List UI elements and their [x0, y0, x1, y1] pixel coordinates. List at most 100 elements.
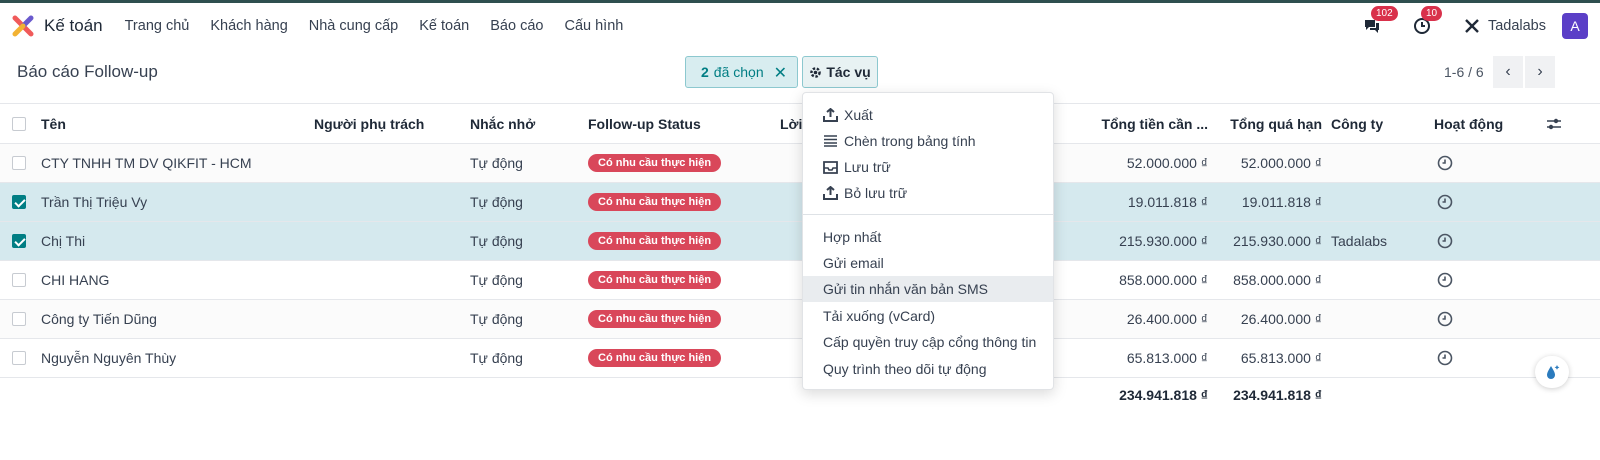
table-row[interactable]: Nguyễn Nguyên Thùy Tự động Có nhu cầu thực… — [0, 339, 1600, 378]
messages-count-badge: 102 — [1370, 6, 1398, 21]
selection-indicator: 2 đã chọn ✕ — [685, 56, 798, 88]
activity-clock-icon — [1437, 155, 1453, 171]
activity-clock-icon — [1437, 311, 1453, 327]
activities-button[interactable]: 10 — [1410, 6, 1443, 38]
pager-previous-button[interactable]: ‹ — [1493, 56, 1523, 88]
tools-button[interactable] — [1460, 14, 1484, 38]
menu-item-insert-spreadsheet[interactable]: Chèn trong bảng tính — [803, 128, 1053, 154]
menu-divider — [803, 214, 1053, 215]
table-row[interactable]: Trần Thị Triệu Vy Tự động Có nhu cầu thực … — [0, 183, 1600, 222]
inbox-icon — [823, 160, 838, 174]
status-badge: Có nhu cầu thực hiện — [588, 310, 722, 328]
activities-count-badge: 10 — [1420, 6, 1443, 21]
cell-total-due: 215.930.000 ₫ — [1119, 233, 1208, 249]
upload-icon — [823, 108, 838, 122]
sliders-icon — [1547, 118, 1561, 129]
nav-menu-home[interactable]: Trang chủ — [125, 18, 190, 34]
nav-menu-configuration[interactable]: Cấu hình — [564, 18, 623, 34]
activity-button[interactable] — [1437, 144, 1453, 182]
activity-button[interactable] — [1437, 222, 1453, 260]
messages-button[interactable]: 102 — [1360, 6, 1398, 38]
table-row[interactable]: Công ty Tiến Dũng Tự động Có nhu cầu thực … — [0, 300, 1600, 339]
company-switcher[interactable]: Tadalabs — [1488, 18, 1546, 34]
menu-item-unarchive-label: Bỏ lưu trữ — [844, 185, 908, 201]
status-badge: Có nhu cầu thực hiện — [588, 154, 722, 172]
chevron-right-icon: › — [1537, 63, 1543, 80]
cell-status: Có nhu cầu thực hiện — [588, 222, 722, 260]
row-checkbox[interactable] — [12, 312, 26, 326]
accounting-app-icon[interactable] — [12, 15, 34, 37]
activity-clock-icon — [1437, 272, 1453, 288]
list-icon — [824, 135, 837, 147]
column-header-total-overdue[interactable]: Tổng quá hạn — [1220, 104, 1322, 143]
cell-total-overdue: 65.813.000 ₫ — [1240, 350, 1322, 366]
cell-total-due: 858.000.000 ₫ — [1119, 272, 1208, 288]
droplet-sparkle-icon — [1547, 365, 1560, 379]
column-header-responsible[interactable]: Người phụ trách — [314, 104, 424, 143]
row-checkbox[interactable] — [12, 351, 26, 365]
cell-status: Có nhu cầu thực hiện — [588, 339, 722, 377]
pager-next-button[interactable]: › — [1525, 56, 1555, 88]
cell-reminder: Tự động — [470, 155, 523, 171]
menu-item-send-email[interactable]: Gửi email — [803, 250, 1053, 276]
menu-item-automated-followup[interactable]: Quy trình theo dõi tự động — [803, 356, 1053, 382]
row-checkbox-cell[interactable] — [12, 300, 26, 338]
cell-reminder: Tự động — [470, 272, 523, 288]
activity-button[interactable] — [1437, 261, 1453, 299]
cell-total-overdue: 858.000.000 ₫ — [1233, 272, 1322, 288]
menu-item-export[interactable]: Xuất — [803, 102, 1053, 128]
row-checkbox-cell[interactable] — [12, 222, 26, 260]
column-header-name[interactable]: Tên — [41, 104, 66, 143]
menu-item-grant-portal-access[interactable]: Cấp quyền truy cập cổng thông tin — [803, 329, 1053, 355]
activity-button[interactable] — [1437, 183, 1453, 221]
column-header-reminder[interactable]: Nhắc nhở — [470, 104, 535, 143]
footer-total-overdue: 234.941.818 ₫ — [1233, 387, 1322, 403]
select-all-checkbox[interactable] — [12, 116, 26, 131]
table-row[interactable]: CTY TNHH TM DV QIKFIT - HCM Tự động Có nhu… — [0, 144, 1600, 183]
row-checkbox-cell[interactable] — [12, 261, 26, 299]
cell-status: Có nhu cầu thực hiện — [588, 300, 722, 338]
nav-menu-reporting[interactable]: Báo cáo — [490, 18, 543, 34]
activity-button[interactable] — [1437, 300, 1453, 338]
column-header-loi[interactable]: Lời — [780, 104, 802, 143]
menu-item-download-vcard[interactable]: Tải xuống (vCard) — [803, 303, 1053, 329]
app-title[interactable]: Kế toán — [44, 16, 103, 36]
activity-clock-icon — [1437, 194, 1453, 210]
row-checkbox[interactable] — [12, 234, 26, 248]
menu-item-archive[interactable]: Lưu trữ — [803, 154, 1053, 180]
user-avatar[interactable]: A — [1562, 13, 1588, 39]
cell-status: Có nhu cầu thực hiện — [588, 261, 722, 299]
table-row[interactable]: Chị Thi Tự động Có nhu cầu thực hiện 215.93… — [0, 222, 1600, 261]
actions-dropdown-menu: Xuất Chèn trong bảng tính Lưu trữ Bỏ lưu… — [802, 92, 1054, 390]
row-checkbox[interactable] — [12, 156, 26, 170]
cell-reminder: Tự động — [470, 311, 523, 327]
activity-clock-icon — [1437, 350, 1453, 366]
cell-total-overdue: 26.400.000 ₫ — [1240, 311, 1322, 327]
floating-assistant-button[interactable] — [1535, 356, 1569, 388]
row-checkbox-cell[interactable] — [12, 144, 26, 182]
footer-total-due: 234.941.818 ₫ — [1119, 387, 1208, 403]
activity-button[interactable] — [1437, 339, 1453, 377]
table-row[interactable]: CHI HANG Tự động Có nhu cầu thực hiện 858.0… — [0, 261, 1600, 300]
row-checkbox[interactable] — [12, 195, 26, 209]
row-checkbox-cell[interactable] — [12, 339, 26, 377]
menu-item-send-sms[interactable]: Gửi tin nhắn văn bản SMS — [803, 276, 1053, 302]
menu-item-merge[interactable]: Hợp nhất — [803, 224, 1053, 250]
optional-columns-toggle[interactable] — [1546, 104, 1562, 143]
column-header-activity[interactable]: Hoạt động — [1434, 104, 1503, 143]
select-all-checkbox-cell[interactable] — [12, 104, 26, 143]
column-header-status[interactable]: Follow-up Status — [588, 104, 701, 143]
nav-menu-customers[interactable]: Khách hàng — [210, 18, 287, 34]
column-header-company[interactable]: Công ty — [1331, 104, 1383, 143]
unselect-all-close-icon[interactable]: ✕ — [774, 63, 787, 83]
pager-value[interactable]: 1-6 / 6 — [1444, 64, 1484, 80]
row-checkbox-cell[interactable] — [12, 183, 26, 221]
column-header-total-due[interactable]: Tổng tiền cần ... — [1080, 104, 1208, 143]
row-checkbox[interactable] — [12, 273, 26, 287]
menu-item-unarchive[interactable]: Bỏ lưu trữ — [803, 180, 1053, 206]
selected-label: đã chọn — [713, 64, 764, 80]
actions-button[interactable]: Tác vụ — [802, 56, 878, 88]
nav-menu-vendors[interactable]: Nhà cung cấp — [309, 18, 398, 34]
tools-icon — [1465, 19, 1479, 33]
nav-menu-accounting[interactable]: Kế toán — [419, 18, 469, 34]
